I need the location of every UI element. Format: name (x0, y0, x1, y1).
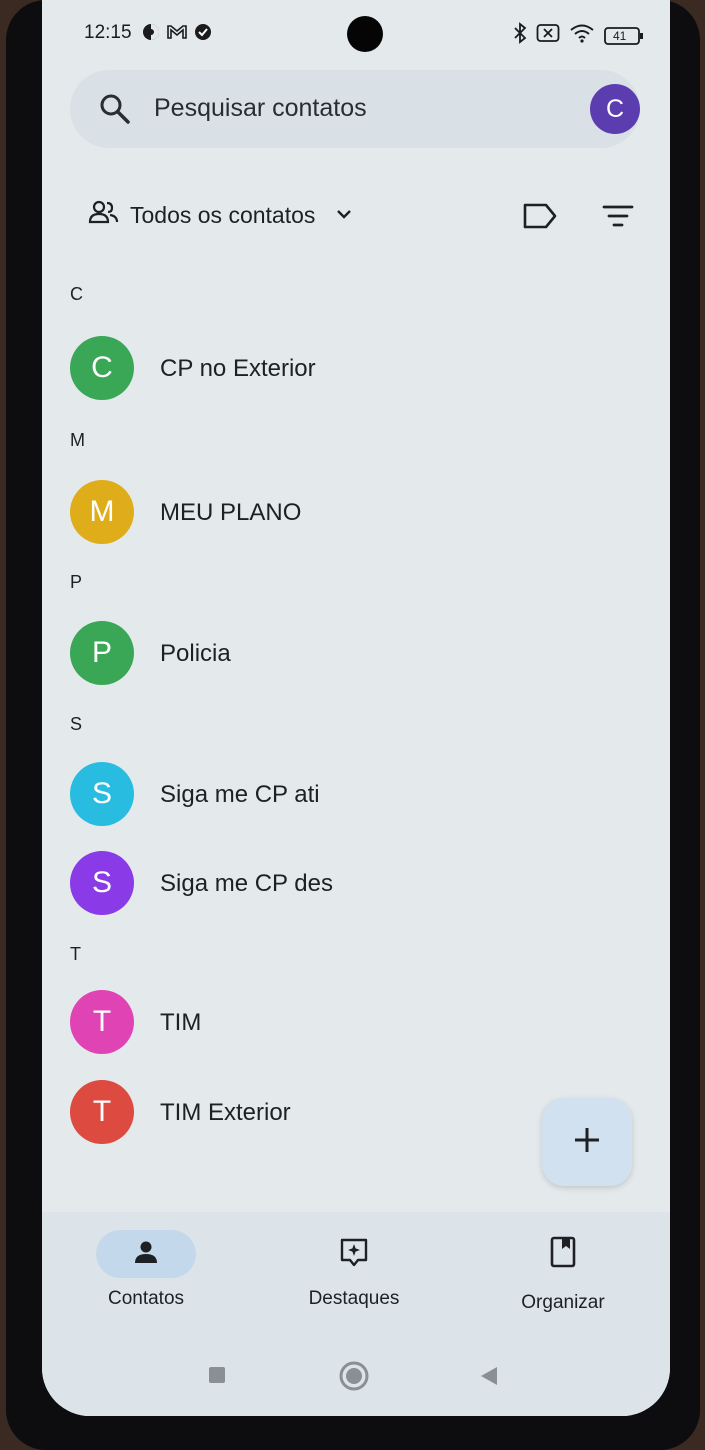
contact-avatar: P (70, 621, 134, 685)
plus-icon (572, 1125, 602, 1160)
bottom-nav: Contatos Destaques Organizar (42, 1212, 670, 1332)
nav-tab-destaques[interactable]: Destaques (274, 1230, 434, 1310)
data-saver-icon (142, 23, 160, 46)
nav-pill (304, 1230, 404, 1278)
search-input[interactable] (154, 92, 554, 124)
screen: 12:15 41 Pesquisar contatos C Todos os c… (42, 0, 670, 1416)
account-filter-label: Todos os contatos (130, 202, 316, 228)
contact-name: CP no Exterior (160, 355, 316, 382)
section-header: C (70, 284, 83, 304)
profile-avatar[interactable]: C (590, 84, 640, 134)
home-button[interactable] (339, 1361, 369, 1396)
search-icon (98, 92, 132, 131)
contact-avatar: C (70, 336, 134, 400)
contact-row[interactable]: T TIM (42, 982, 670, 1062)
section-header: T (70, 944, 81, 964)
contact-avatar: M (70, 480, 134, 544)
contact-name: Policia (160, 640, 231, 667)
people-icon (88, 200, 120, 231)
status-bar: 12:15 41 (42, 0, 670, 66)
contact-name: MEU PLANO (160, 499, 302, 526)
label-icon[interactable] (522, 202, 558, 235)
gmail-icon (166, 23, 188, 46)
search-bar[interactable]: C (70, 70, 640, 148)
contact-row[interactable]: P Policia (42, 613, 670, 693)
system-nav-bar (42, 1332, 670, 1416)
contact-avatar: T (70, 990, 134, 1054)
contact-avatar: S (70, 851, 134, 915)
no-sim-icon (536, 23, 560, 48)
highlights-icon (338, 1236, 370, 1273)
check-badge-icon (194, 23, 212, 46)
nav-label: Destaques (308, 1288, 400, 1309)
add-contact-button[interactable] (542, 1098, 632, 1186)
section-header: M (70, 430, 85, 450)
battery-level: 41 (613, 28, 627, 43)
nav-pill (96, 1230, 196, 1278)
status-time: 12:15 (84, 22, 132, 43)
person-icon (132, 1238, 160, 1271)
recents-button[interactable] (208, 1366, 226, 1389)
contact-avatar: T (70, 1080, 134, 1144)
contact-name: Siga me CP des (160, 870, 333, 897)
back-button[interactable] (478, 1365, 500, 1392)
contact-row[interactable]: S Siga me CP des (42, 843, 670, 923)
contact-name: TIM (160, 1009, 202, 1036)
contact-row[interactable]: C CP no Exterior (42, 328, 670, 408)
nav-pill (513, 1230, 613, 1278)
nav-label: Organizar (521, 1292, 605, 1313)
nav-tab-contatos[interactable]: Contatos (66, 1230, 226, 1310)
bluetooth-icon (513, 22, 527, 49)
contact-avatar: S (70, 762, 134, 826)
chevron-down-icon (335, 207, 353, 225)
contact-row[interactable]: S Siga me CP ati (42, 754, 670, 834)
nav-label: Contatos (107, 1288, 185, 1309)
filter-row: Todos os contatos (42, 190, 670, 242)
wifi-icon (569, 23, 595, 48)
battery-icon: 41 (604, 26, 644, 46)
sort-filter-icon[interactable] (602, 204, 634, 233)
section-header: P (70, 572, 83, 592)
account-filter-dropdown[interactable]: Todos os contatos (88, 200, 353, 231)
organize-icon (549, 1235, 577, 1274)
contact-row[interactable]: M MEU PLANO (42, 472, 670, 552)
phone-frame: 12:15 41 Pesquisar contatos C Todos os c… (6, 0, 700, 1450)
nav-tab-organizar[interactable]: Organizar (483, 1230, 643, 1314)
contact-name: TIM Exterior (160, 1099, 291, 1126)
section-header: S (70, 714, 83, 734)
contact-name: Siga me CP ati (160, 781, 320, 808)
